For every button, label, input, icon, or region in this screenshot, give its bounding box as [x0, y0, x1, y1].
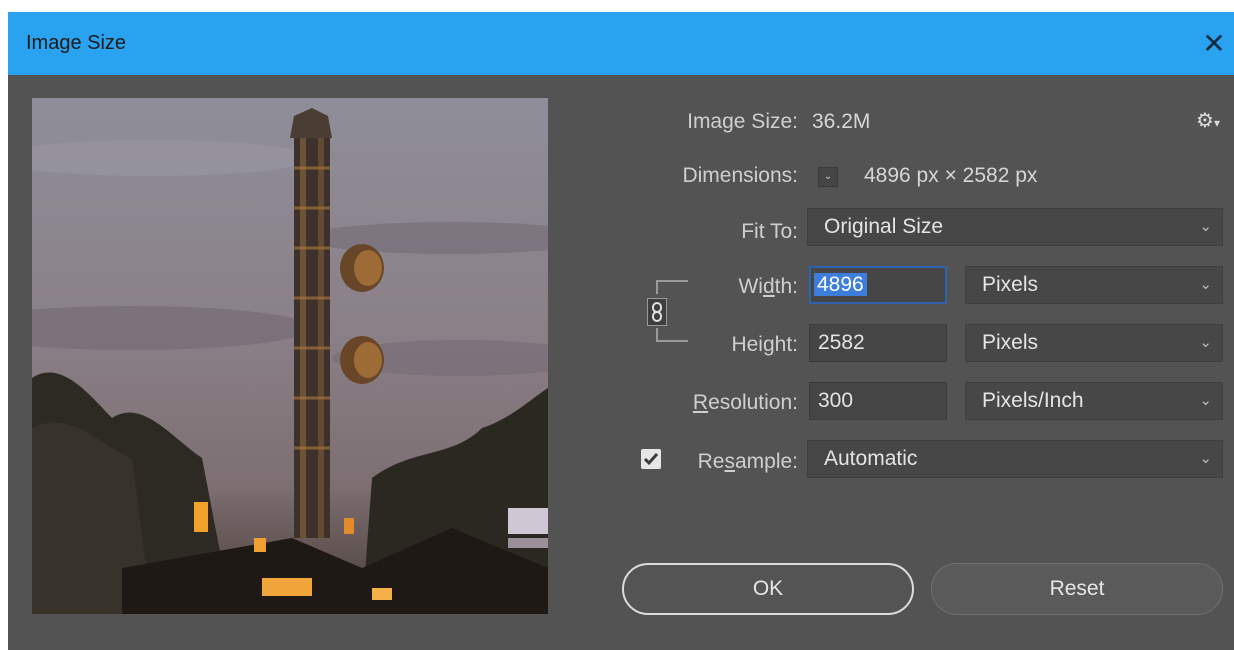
resample-value: Automatic [824, 447, 918, 470]
check-icon [643, 453, 659, 466]
width-unit-select[interactable]: Pixels ⌄ [965, 266, 1223, 304]
dimensions-value: 4896 px × 2582 px [864, 164, 1038, 187]
width-label: Width: [738, 275, 798, 298]
height-unit-value: Pixels [982, 331, 1039, 354]
fit-to-label: Fit To: [741, 220, 798, 243]
resample-label: Resample: [697, 450, 798, 473]
width-value: 4896 [814, 273, 867, 296]
image-size-value: 36.2M [812, 110, 871, 133]
height-label: Height: [731, 333, 798, 356]
ok-button[interactable]: OK [622, 563, 914, 615]
title-bar: Image Size ✕ [8, 12, 1234, 75]
image-size-label: Image Size: [687, 110, 798, 133]
close-icon[interactable]: ✕ [1194, 20, 1234, 66]
chevron-down-icon: ⌄ [1199, 450, 1212, 467]
link-constrain-icon[interactable] [647, 298, 667, 326]
chevron-down-icon: ⌄ [1199, 276, 1212, 293]
height-unit-select[interactable]: Pixels ⌄ [965, 324, 1223, 362]
height-value: 2582 [818, 331, 865, 354]
chevron-down-icon: ⌄ [1199, 392, 1212, 409]
chevron-down-icon: ⌄ [1199, 218, 1212, 235]
resample-checkbox[interactable] [641, 449, 661, 469]
reset-button[interactable]: Reset [931, 563, 1223, 615]
dimensions-label: Dimensions: [682, 164, 798, 187]
chevron-down-icon: ⌄ [1199, 334, 1212, 351]
fit-to-value: Original Size [824, 215, 944, 238]
chevron-down-icon: ⌄ [823, 171, 833, 182]
width-unit-value: Pixels [982, 273, 1039, 296]
fit-to-select[interactable]: Original Size ⌄ [807, 208, 1223, 246]
resolution-unit-value: Pixels/Inch [982, 389, 1084, 412]
resolution-value: 300 [818, 389, 854, 412]
gear-menu-icon[interactable]: ⚙▾ [1196, 108, 1220, 133]
image-size-dialog: Image Size ✕ Image Size: 36.2M ⚙▾ Dimens… [8, 12, 1234, 650]
height-input[interactable]: 2582 [809, 324, 947, 362]
dimensions-unit-dropdown[interactable]: ⌄ [818, 167, 838, 187]
dialog-title: Image Size [26, 32, 127, 54]
width-input[interactable]: 4896 [809, 266, 947, 304]
image-preview[interactable] [32, 98, 548, 614]
resolution-input[interactable]: 300 [809, 382, 947, 420]
resample-select[interactable]: Automatic ⌄ [807, 440, 1223, 478]
preview-photo [32, 98, 548, 614]
resolution-unit-select[interactable]: Pixels/Inch ⌄ [965, 382, 1223, 420]
resolution-label: Resolution: [692, 391, 798, 414]
